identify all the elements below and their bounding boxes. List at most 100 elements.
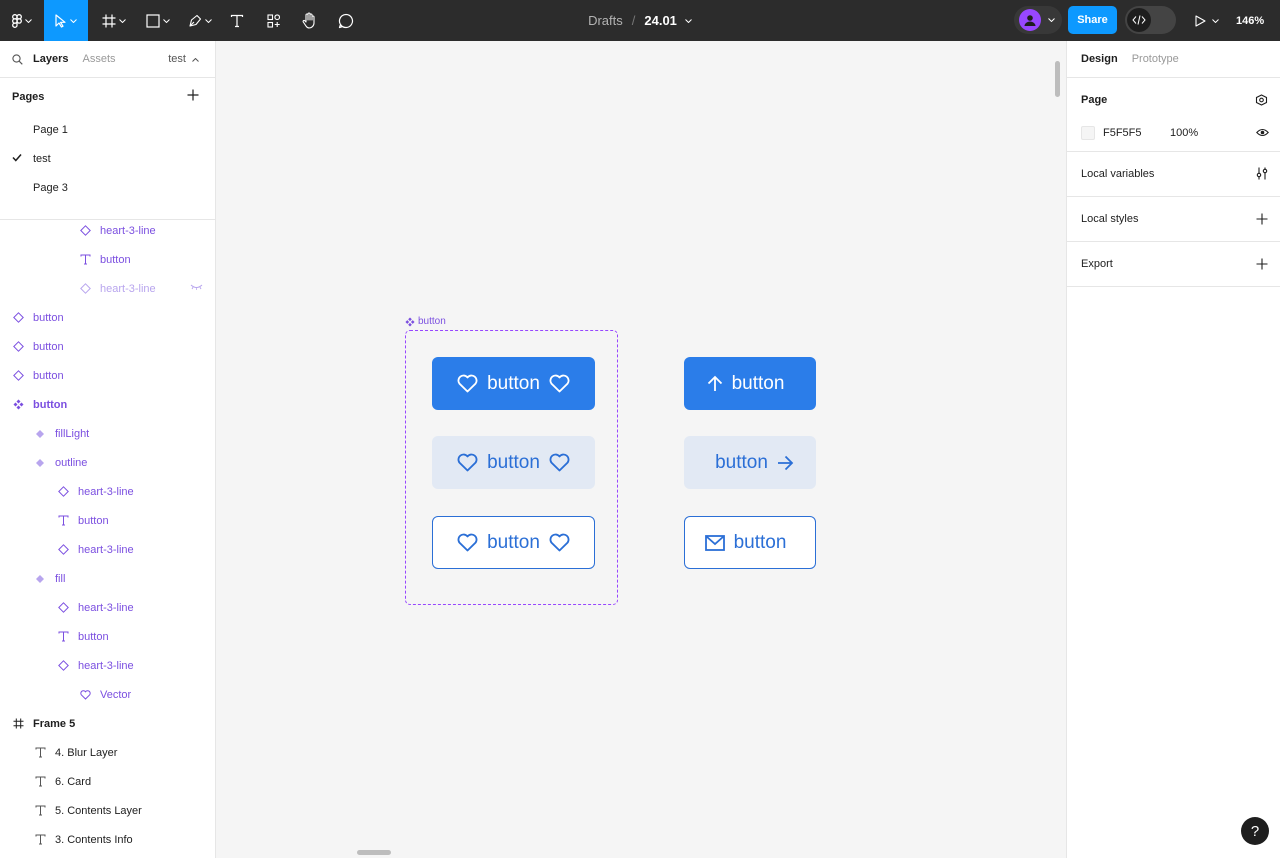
button-fill-arrow-up[interactable]: button [684,357,816,410]
layer-row[interactable]: button [0,303,215,332]
local-styles-section[interactable]: Local styles [1067,197,1280,242]
tab-design[interactable]: Design [1081,53,1118,65]
layer-label: button [78,630,109,643]
rectangle-icon [146,13,160,28]
pages-title: Pages [12,90,45,103]
present-button[interactable] [1190,0,1224,41]
file-name[interactable]: 24.01 [644,13,677,28]
pen-icon [189,14,202,27]
hand-tool-button[interactable] [296,0,324,41]
page-color-value[interactable]: F5F5F5 [1103,127,1170,139]
local-styles-row[interactable]: Local styles [1081,197,1280,241]
layer-row[interactable]: fillLight [0,419,215,448]
dev-mode-toggle[interactable] [1125,6,1176,34]
page-item[interactable]: Page 3 [0,173,215,202]
layer-row[interactable]: 5. Contents Layer [0,796,215,825]
chevron-down-icon [1212,18,1219,23]
zoom-level[interactable]: 146% [1236,0,1264,41]
layer-list: heart-3-line button heart-3-line button … [0,212,215,858]
instance-icon [79,225,91,237]
layer-row[interactable]: button [0,332,215,361]
eye-icon[interactable] [1256,128,1269,137]
layer-row-component-set[interactable]: button [0,390,215,419]
layer-row[interactable]: button [0,622,215,651]
search-icon[interactable] [12,53,23,65]
layer-row[interactable]: heart-3-line [0,651,215,680]
layer-row[interactable]: 3. Contents Info [0,825,215,854]
shape-tool-button[interactable] [140,0,176,41]
pen-tool-button[interactable] [182,0,218,41]
local-variables-section[interactable]: Local variables [1067,152,1280,197]
layer-row[interactable]: 4. Blur Layer [0,738,215,767]
move-tool-button[interactable] [44,0,88,41]
layer-label: button [100,253,131,266]
page-color-row[interactable]: F5F5F5 100% [1081,122,1280,144]
help-button[interactable]: ? [1241,817,1269,845]
add-style-icon[interactable] [1256,213,1268,225]
local-variables-row[interactable]: Local variables [1081,152,1280,196]
layer-label: outline [55,456,88,469]
chevron-up-icon [192,57,199,62]
layer-row[interactable]: fill [0,564,215,593]
page-opacity-value[interactable]: 100% [1170,127,1198,139]
text-tool-button[interactable] [224,0,250,41]
page-item-selected[interactable]: test [0,144,215,173]
layer-row[interactable]: heart-3-line [0,593,215,622]
layer-row[interactable]: heart-3-line [0,477,215,506]
current-page-selector[interactable]: test [168,53,199,65]
styles-icon[interactable] [1255,94,1268,106]
share-button[interactable]: Share [1068,6,1117,34]
page-color-swatch[interactable] [1081,126,1095,140]
button-outline-mail[interactable]: button [684,516,816,569]
tab-prototype[interactable]: Prototype [1132,53,1179,65]
button-outline-variant[interactable]: button [432,516,595,569]
layer-row[interactable]: button [0,506,215,535]
variant-icon [34,573,46,585]
add-page-icon[interactable] [187,89,199,101]
layer-row[interactable]: heart-3-line [0,535,215,564]
vertical-scrollbar[interactable] [1055,61,1060,97]
design-panel: Design Prototype Page F5F5F5 100% Local … [1066,41,1280,858]
tab-assets[interactable]: Assets [82,53,115,65]
component-set-label[interactable]: button [405,316,446,327]
cursor-arrow-icon [55,13,66,28]
layer-row-frame[interactable]: Frame 5 [0,709,215,738]
layer-row[interactable]: heart-3-line [0,216,215,245]
chevron-down-icon[interactable] [685,18,692,23]
chevron-down-icon [205,18,212,23]
chevron-down-icon [25,18,32,23]
horizontal-scrollbar[interactable] [357,850,391,855]
export-section[interactable]: Export [1067,242,1280,287]
button-filllight-arrow-right[interactable]: button [684,436,816,489]
canvas[interactable] [216,41,1066,858]
frame-tool-button[interactable] [96,0,132,41]
layer-row-hidden[interactable]: heart-3-line [0,274,215,303]
comment-tool-button[interactable] [333,0,359,41]
export-row[interactable]: Export [1081,242,1280,286]
eye-closed-icon[interactable] [190,284,203,290]
instance-icon [12,341,24,353]
layer-label: heart-3-line [100,224,156,237]
layer-row[interactable]: 6. Card [0,767,215,796]
sliders-icon[interactable] [1256,167,1268,180]
breadcrumb-drafts[interactable]: Drafts [588,13,623,28]
local-styles-label: Local styles [1081,213,1139,225]
layer-label: heart-3-line [78,485,134,498]
user-icon [1024,15,1036,26]
add-export-icon[interactable] [1256,258,1268,270]
button-fill-variant[interactable]: button [432,357,595,410]
heart-icon [457,533,478,552]
layer-row[interactable]: Vector [0,680,215,709]
user-menu[interactable] [1014,6,1062,34]
page-item[interactable]: Page 1 [0,115,215,144]
layer-row[interactable]: button [0,361,215,390]
tab-layers[interactable]: Layers [33,53,68,65]
vector-heart-icon [79,689,91,701]
main-menu-button[interactable] [6,0,38,41]
text-icon [34,747,46,759]
resources-tool-button[interactable] [261,0,287,41]
layer-row[interactable]: outline [0,448,215,477]
chevron-down-icon [70,18,77,23]
button-filllight-variant[interactable]: button [432,436,595,489]
layer-row[interactable]: button [0,245,215,274]
